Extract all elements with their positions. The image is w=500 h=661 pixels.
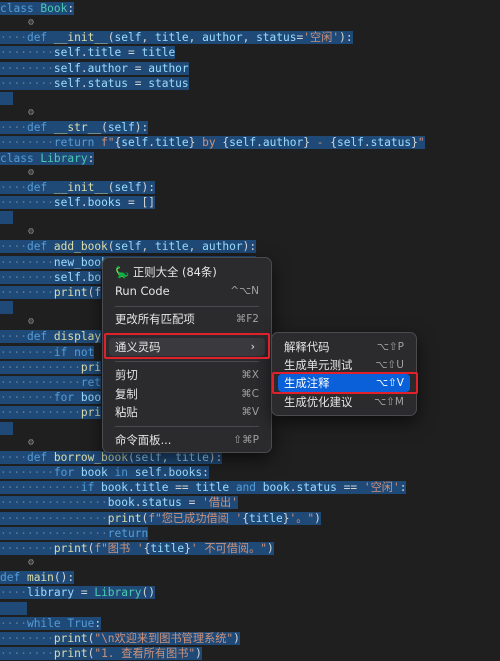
menu-separator <box>115 361 259 362</box>
code-line[interactable]: ········for boo <box>0 390 102 405</box>
code-line[interactable] <box>0 300 14 315</box>
codelens-gear-icon[interactable]: ⚙ <box>28 107 34 119</box>
command-palette-label: 命令面板... <box>115 433 172 447</box>
code-line[interactable]: ········self.title = title <box>0 45 176 60</box>
paste-shortcut: ⌘V <box>241 406 259 418</box>
code-line[interactable]: ················print(f"您已成功借阅 '{title}'… <box>0 511 321 526</box>
code-line[interactable]: class Library: <box>0 151 95 166</box>
codelens-gear-icon[interactable]: ⚙ <box>28 437 34 449</box>
code-line[interactable]: ················return <box>0 526 149 541</box>
code-line[interactable]: ············ret <box>0 375 102 390</box>
explain-shortcut: ⌥⇧P <box>376 341 404 353</box>
regex-label: 正则大全 (84条) <box>132 265 217 279</box>
code-line[interactable]: ····library = Library() <box>0 585 155 600</box>
code-line[interactable]: class Book: <box>0 1 75 16</box>
menu-item-copy[interactable]: 复制 ⌘C <box>109 385 265 403</box>
code-line[interactable]: ········self.author = author <box>0 61 189 76</box>
highlight-box-comments <box>272 372 418 394</box>
code-line[interactable]: ····while True: <box>0 616 102 631</box>
code-line[interactable]: ········self.status = status <box>0 76 189 91</box>
code-line[interactable]: ····def __init__(self, title, author, st… <box>0 30 353 45</box>
menu-item-command-palette[interactable]: 命令面板... ⇧⌘P <box>109 431 265 449</box>
cut-shortcut: ⌘X <box>241 369 259 381</box>
submenu-item-optimize[interactable]: 生成优化建议 ⌥⇧M <box>278 393 410 411</box>
code-line[interactable]: ········if not <box>0 345 95 360</box>
code-line[interactable]: ····def add_book(self, title, author): <box>0 239 257 254</box>
code-line[interactable]: ············pri <box>0 360 102 375</box>
cut-label: 剪切 <box>115 368 138 382</box>
run-code-label: Run Code <box>115 284 170 298</box>
change-all-label: 更改所有匹配项 <box>115 312 195 326</box>
code-line[interactable] <box>0 421 14 436</box>
code-line[interactable]: ········print("\n欢迎来到图书管理系统") <box>0 631 240 646</box>
copy-shortcut: ⌘C <box>241 388 259 400</box>
code-line[interactable]: ········self.bo <box>0 270 102 285</box>
code-line[interactable]: ········return f"{self.title} by {self.a… <box>0 135 425 150</box>
menu-separator <box>115 306 259 307</box>
code-line[interactable]: ········print(f <box>0 285 102 300</box>
paste-label: 粘贴 <box>115 405 138 419</box>
code-line[interactable] <box>0 601 27 616</box>
code-line[interactable]: def main(): <box>0 570 75 585</box>
code-line[interactable]: ········self.books = [] <box>0 195 155 210</box>
code-line[interactable]: ········for book in self.books: <box>0 465 209 480</box>
code-line[interactable]: ············pri <box>0 405 102 420</box>
submenu-item-explain[interactable]: 解释代码 ⌥⇧P <box>278 338 410 356</box>
code-line[interactable]: ············if book.title == title and b… <box>0 480 407 495</box>
codelens-gear-icon[interactable]: ⚙ <box>28 557 34 569</box>
code-line[interactable] <box>0 91 14 106</box>
menu-item-paste[interactable]: 粘贴 ⌘V <box>109 403 265 421</box>
menu-item-regex[interactable]: 🦕 正则大全 (84条) <box>109 263 265 281</box>
code-line[interactable]: ····def __str__(self): <box>0 120 149 135</box>
codelens-gear-icon[interactable]: ⚙ <box>28 226 34 238</box>
change-all-shortcut: ⌘F2 <box>235 313 259 325</box>
code-line[interactable] <box>0 210 14 225</box>
code-line[interactable]: ················book.status = '借出' <box>0 495 238 510</box>
highlight-box-tongyi <box>104 333 270 359</box>
copy-label: 复制 <box>115 387 138 401</box>
menu-item-cut[interactable]: 剪切 ⌘X <box>109 366 265 384</box>
code-line[interactable]: ········print(f"图书 '{title}' 不可借阅。") <box>0 541 274 556</box>
optimize-shortcut: ⌥⇧M <box>374 396 404 408</box>
menu-item-run-code[interactable]: Run Code ^⌥N <box>109 282 265 300</box>
optimize-label: 生成优化建议 <box>284 395 353 409</box>
code-line[interactable]: ········print("1. 查看所有图书") <box>0 646 202 661</box>
menu-separator <box>115 426 259 427</box>
menu-item-change-all[interactable]: 更改所有匹配项 ⌘F2 <box>109 310 265 328</box>
code-line[interactable]: ····def __init__(self): <box>0 180 155 195</box>
explain-label: 解释代码 <box>284 340 330 354</box>
run-code-shortcut: ^⌥N <box>230 285 259 297</box>
codelens-gear-icon[interactable]: ⚙ <box>28 167 34 179</box>
dinosaur-icon: 🦕 <box>115 265 130 279</box>
command-palette-shortcut: ⇧⌘P <box>233 434 259 446</box>
codelens-gear-icon[interactable]: ⚙ <box>28 17 34 29</box>
code-line[interactable]: ····def display <box>0 329 102 344</box>
codelens-gear-icon[interactable]: ⚙ <box>28 316 34 328</box>
